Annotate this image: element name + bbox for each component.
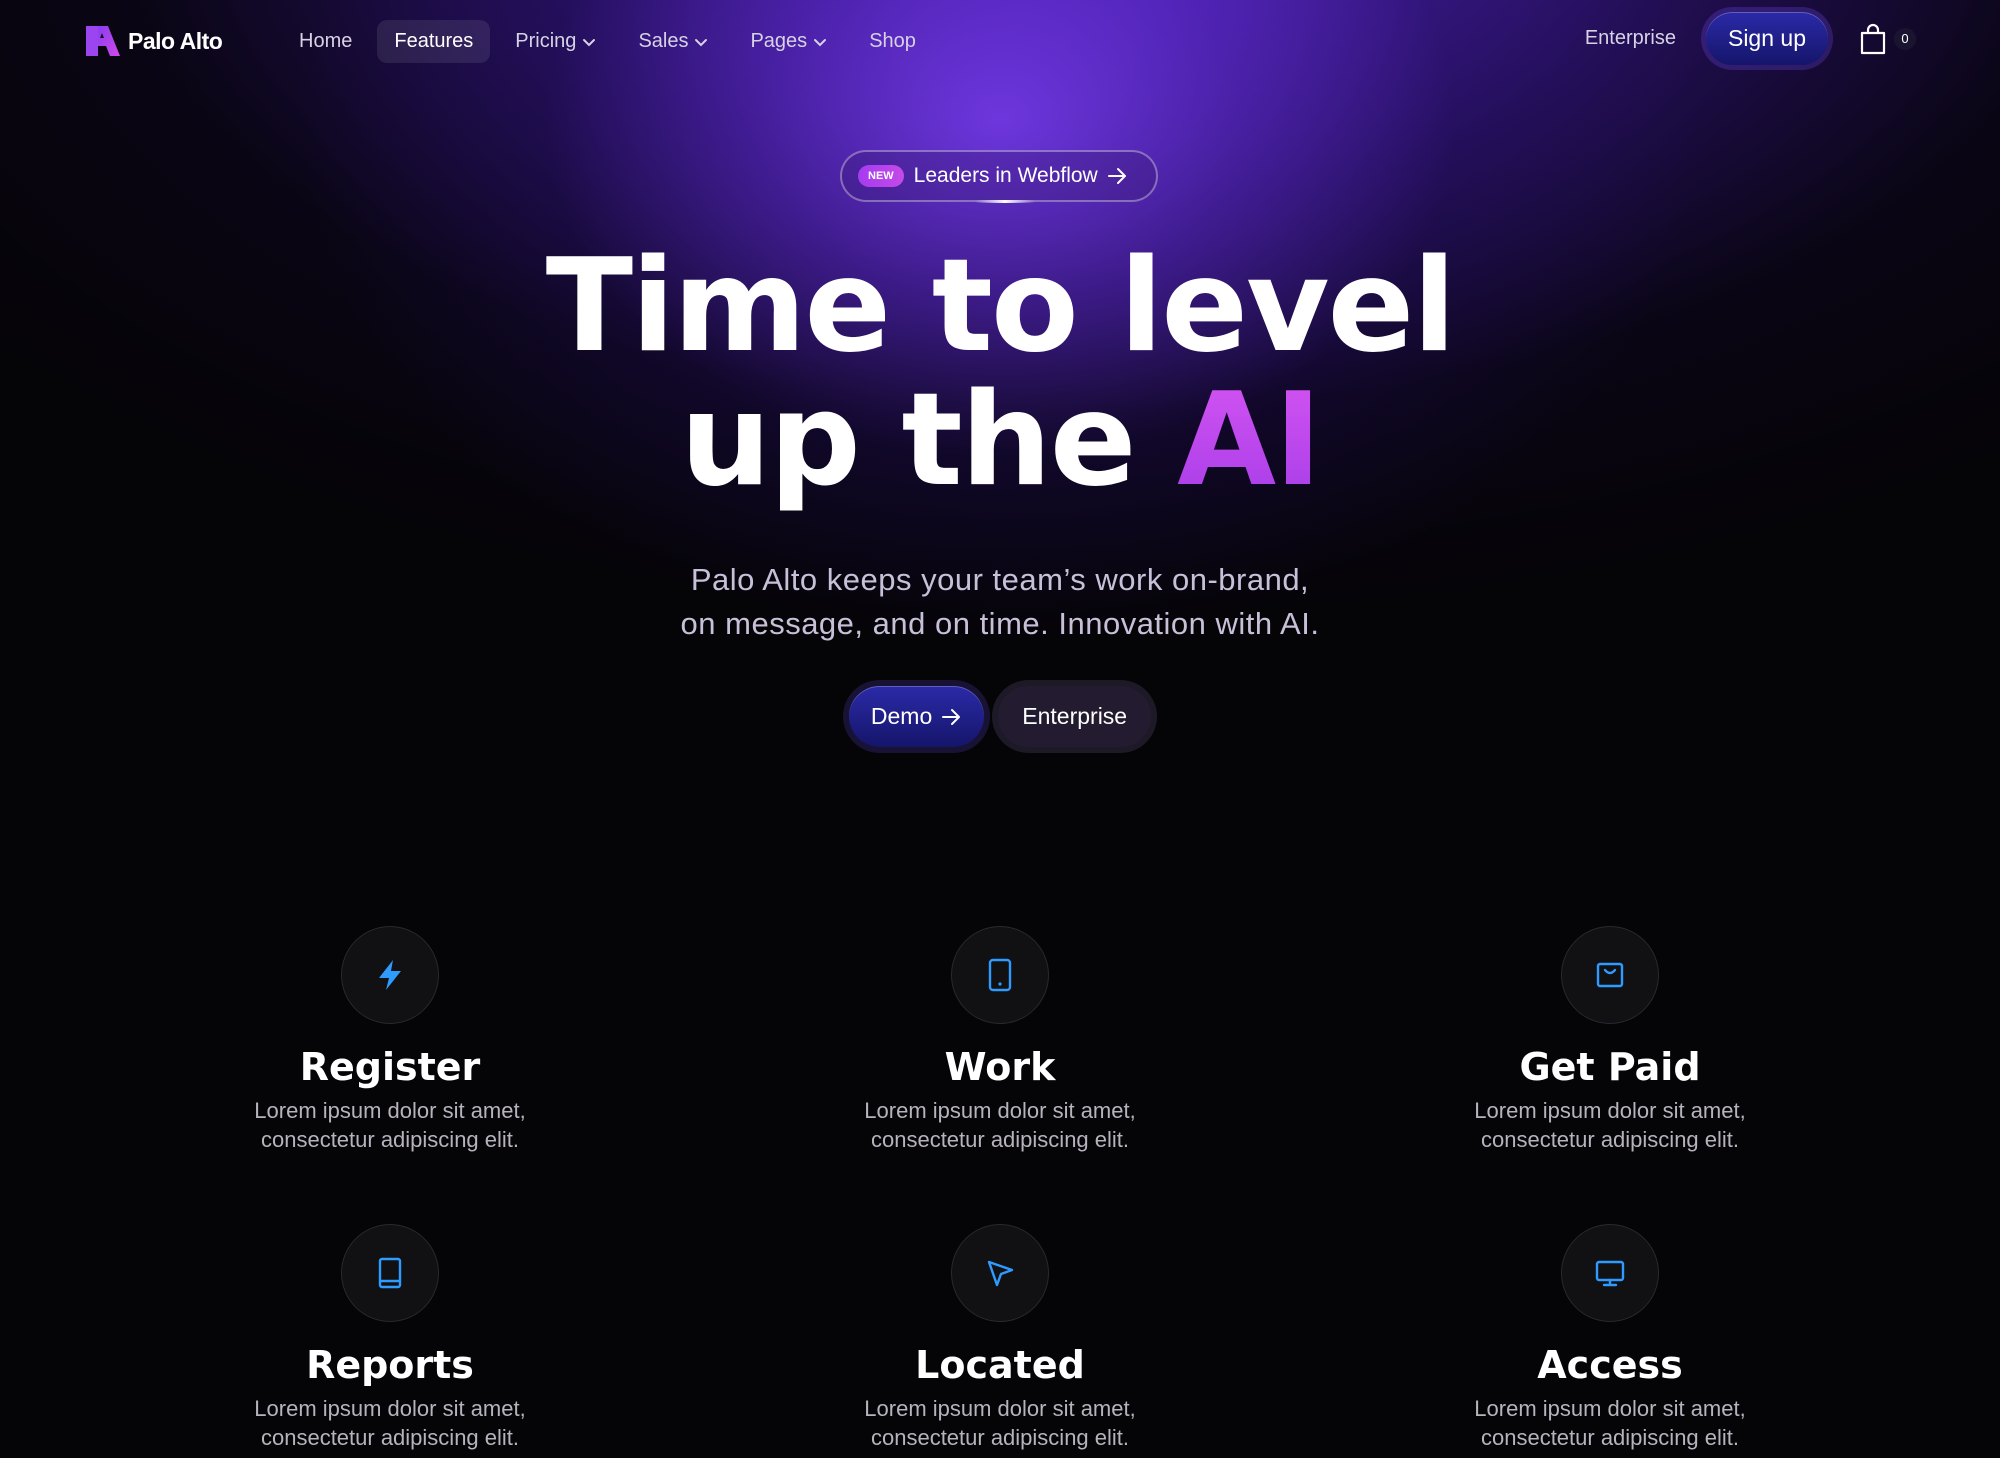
main-menu: Home Features Pricing Sales Pages Shop — [282, 20, 933, 63]
feature-get-paid: Get Paid Lorem ipsum dolor sit amet, con… — [1400, 926, 1820, 1154]
nav-item-label: Pages — [750, 30, 808, 52]
feature-title: Access — [1537, 1343, 1683, 1387]
feature-desc-line: consectetur adipiscing elit. — [870, 1127, 1130, 1152]
wallet-icon — [1596, 962, 1624, 988]
pointer-icon — [987, 1260, 1014, 1287]
arrow-right-icon — [1107, 168, 1126, 184]
feature-icon-circle — [341, 1224, 439, 1322]
demo-button-label: Demo — [870, 703, 933, 729]
feature-desc-line: consectetur adipiscing elit. — [1480, 1127, 1740, 1152]
feature-title: Register — [299, 1045, 481, 1089]
new-badge: NEW — [858, 165, 904, 187]
feature-title: Reports — [306, 1343, 474, 1387]
chevron-down-icon — [583, 38, 596, 46]
chevron-down-icon — [814, 38, 827, 46]
feature-desc-line: consectetur adipiscing elit. — [260, 1127, 520, 1152]
feature-desc-line: consectetur adipiscing elit. — [1480, 1425, 1740, 1450]
top-navigation: Palo Alto Home Features Pricing Sales Pa… — [0, 0, 2000, 82]
nav-item-pages[interactable]: Pages — [733, 20, 844, 63]
hero-cta-group: Demo Enterprise — [0, 686, 2000, 747]
feature-desc-line: Lorem ipsum dolor sit amet, — [1474, 1098, 1746, 1123]
hero-headline: Time to level up the AI — [0, 240, 2000, 508]
hero-subheadline: Palo Alto keeps your team’s work on-bran… — [0, 558, 2000, 646]
announcement-pill[interactable]: NEW Leaders in Webflow — [840, 150, 1158, 202]
enterprise-button[interactable]: Enterprise — [998, 686, 1152, 747]
nav-item-features[interactable]: Features — [377, 20, 491, 63]
subheadline-line-2: on message, and on time. Innovation with… — [680, 606, 1320, 641]
chevron-down-icon — [695, 38, 708, 46]
tablet-icon — [988, 958, 1012, 992]
nav-item-label: Home — [299, 30, 353, 52]
feature-work: Work Lorem ipsum dolor sit amet, consect… — [790, 926, 1210, 1154]
headline-line-1: Time to level — [545, 232, 1456, 381]
feature-desc-line: Lorem ipsum dolor sit amet, — [254, 1098, 526, 1123]
headline-accent: AI — [1177, 366, 1322, 515]
feature-desc-line: Lorem ipsum dolor sit amet, — [254, 1396, 526, 1421]
feature-icon-circle — [951, 1224, 1049, 1322]
feature-icon-circle — [1561, 1224, 1659, 1322]
feature-icon-circle — [341, 926, 439, 1024]
demo-button[interactable]: Demo — [848, 686, 985, 747]
pill-glow-line — [975, 200, 1035, 203]
feature-desc-line: Lorem ipsum dolor sit amet, — [864, 1396, 1136, 1421]
nav-actions: Enterprise Sign up 0 — [1585, 12, 1916, 65]
nav-item-label: Pricing — [515, 30, 577, 52]
feature-title: Get Paid — [1519, 1045, 1701, 1089]
feature-description: Lorem ipsum dolor sit amet, consectetur … — [790, 1394, 1210, 1452]
feature-desc-line: Lorem ipsum dolor sit amet, — [1474, 1396, 1746, 1421]
feature-description: Lorem ipsum dolor sit amet, consectetur … — [790, 1096, 1210, 1154]
nav-item-label: Shop — [869, 30, 916, 52]
logo-icon — [86, 26, 120, 56]
brand-name: Palo Alto — [128, 27, 223, 54]
feature-description: Lorem ipsum dolor sit amet, consectetur … — [180, 1096, 600, 1154]
feature-title: Work — [944, 1045, 1056, 1089]
nav-item-sales[interactable]: Sales — [621, 20, 725, 63]
monitor-icon — [1595, 1260, 1625, 1287]
announcement-text: Leaders in Webflow — [913, 164, 1098, 187]
feature-icon-circle — [951, 926, 1049, 1024]
book-icon — [378, 1257, 402, 1289]
headline-line-2: up the — [680, 366, 1178, 515]
feature-description: Lorem ipsum dolor sit amet, consectetur … — [1400, 1096, 1820, 1154]
subheadline-line-1: Palo Alto keeps your team’s work on-bran… — [690, 562, 1310, 597]
feature-desc-line: consectetur adipiscing elit. — [870, 1425, 1130, 1450]
feature-description: Lorem ipsum dolor sit amet, consectetur … — [1400, 1394, 1820, 1452]
feature-reports: Reports Lorem ipsum dolor sit amet, cons… — [180, 1224, 600, 1452]
arrow-right-icon — [942, 708, 961, 725]
enterprise-link[interactable]: Enterprise — [1585, 27, 1676, 50]
cart-count-badge: 0 — [1894, 27, 1916, 50]
cart-button[interactable]: 0 — [1858, 23, 1916, 55]
feature-icon-circle — [1561, 926, 1659, 1024]
feature-register: Register Lorem ipsum dolor sit amet, con… — [180, 926, 600, 1154]
sign-up-button[interactable]: Sign up — [1705, 12, 1828, 65]
nav-item-label: Sales — [638, 30, 689, 52]
feature-located: Located Lorem ipsum dolor sit amet, cons… — [790, 1224, 1210, 1452]
brand-logo[interactable]: Palo Alto — [84, 24, 223, 58]
nav-item-home[interactable]: Home — [282, 20, 369, 63]
shopping-bag-icon — [1860, 23, 1886, 54]
feature-description: Lorem ipsum dolor sit amet, consectetur … — [180, 1394, 600, 1452]
nav-item-shop[interactable]: Shop — [852, 20, 933, 63]
feature-desc-line: Lorem ipsum dolor sit amet, — [864, 1098, 1136, 1123]
nav-item-pricing[interactable]: Pricing — [498, 20, 613, 63]
feature-title: Located — [915, 1343, 1085, 1387]
nav-item-label: Features — [394, 30, 474, 52]
lightning-icon — [379, 960, 401, 990]
feature-desc-line: consectetur adipiscing elit. — [260, 1425, 520, 1450]
feature-access: Access Lorem ipsum dolor sit amet, conse… — [1400, 1224, 1820, 1452]
